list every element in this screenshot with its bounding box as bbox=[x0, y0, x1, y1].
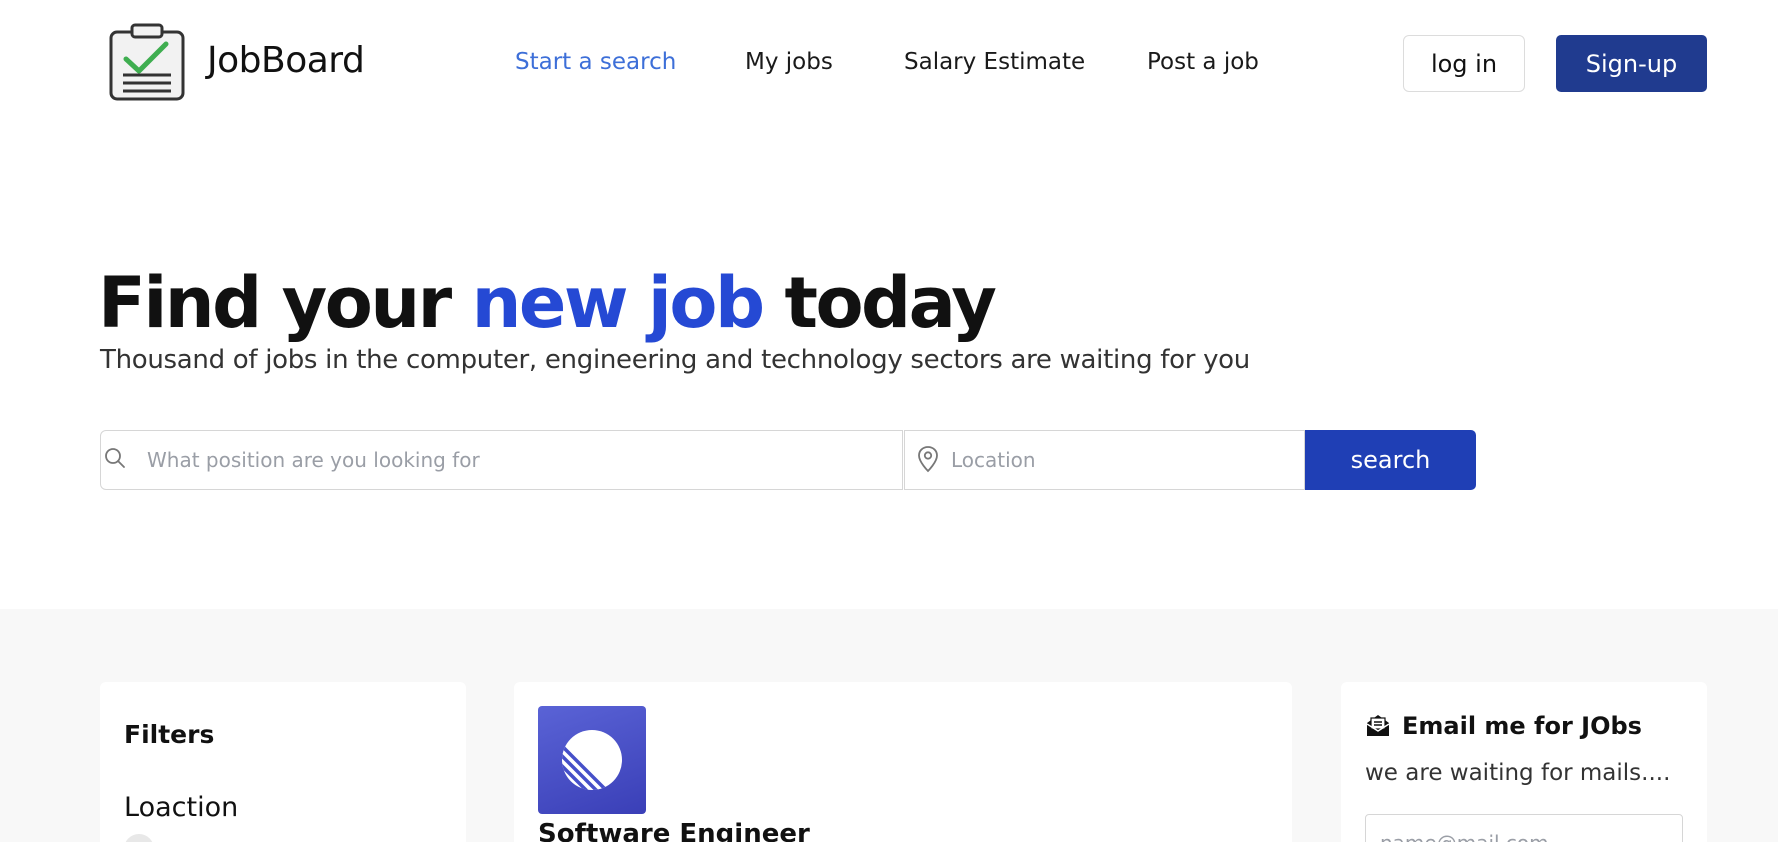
hero-title-part1: Find your bbox=[98, 262, 472, 344]
filters-panel: Filters Loaction bbox=[100, 682, 466, 842]
nav-post-job[interactable]: Post a job bbox=[1147, 49, 1259, 75]
brand-name[interactable]: JobBoard bbox=[207, 40, 365, 81]
hero-title-part2: today bbox=[762, 262, 996, 344]
nav-salary-estimate[interactable]: Salary Estimate bbox=[904, 49, 1085, 75]
email-alert-title: Email me for JObs bbox=[1402, 712, 1642, 740]
search-button[interactable]: search bbox=[1305, 430, 1476, 490]
results-section: Filters Loaction Software Engineer Email… bbox=[0, 609, 1778, 842]
top-navbar: JobBoard Start a search My jobs Salary E… bbox=[0, 0, 1778, 130]
email-alert-subtitle: we are waiting for mails.... bbox=[1365, 760, 1671, 786]
search-icon bbox=[105, 448, 125, 468]
email-alert-panel: Email me for JObs we are waiting for mai… bbox=[1341, 682, 1707, 842]
nav-my-jobs[interactable]: My jobs bbox=[745, 49, 833, 75]
map-pin-icon bbox=[918, 446, 938, 473]
email-field[interactable] bbox=[1380, 825, 1670, 842]
location-radio[interactable] bbox=[124, 834, 154, 842]
clipboard-check-icon[interactable] bbox=[108, 22, 186, 102]
location-search-box bbox=[904, 430, 1305, 490]
signup-button[interactable]: Sign-up bbox=[1556, 35, 1707, 92]
location-input[interactable] bbox=[951, 431, 1291, 488]
job-title[interactable]: Software Engineer bbox=[538, 819, 810, 842]
email-field-box bbox=[1365, 814, 1683, 842]
position-search-box bbox=[100, 430, 903, 490]
company-logo-icon bbox=[538, 706, 646, 814]
login-button[interactable]: log in bbox=[1403, 35, 1525, 92]
hero-title: Find your new job today bbox=[98, 262, 997, 344]
job-card[interactable]: Software Engineer bbox=[514, 682, 1292, 842]
nav-start-search[interactable]: Start a search bbox=[515, 49, 676, 75]
envelope-open-icon bbox=[1366, 715, 1390, 736]
hero-title-accent: new job bbox=[471, 262, 766, 344]
filters-location-heading: Loaction bbox=[124, 792, 239, 823]
position-search-input[interactable] bbox=[147, 431, 887, 488]
hero-subtitle: Thousand of jobs in the computer, engine… bbox=[100, 345, 1250, 375]
filters-title: Filters bbox=[124, 720, 215, 749]
